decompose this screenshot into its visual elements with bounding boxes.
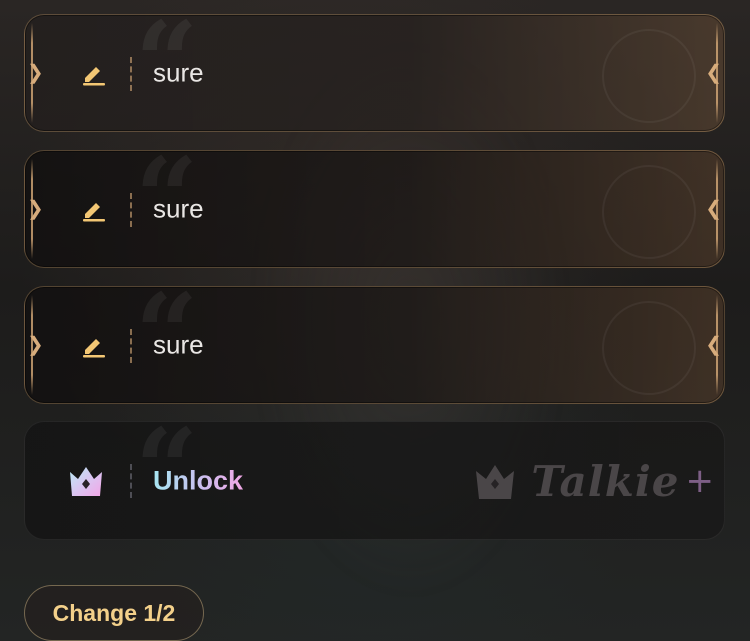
reply-option-3[interactable]: ❯ ❮ “ sure — [24, 286, 725, 404]
reply-option-text: sure — [153, 193, 204, 224]
frame-arrow-right-icon: ❮ — [705, 334, 722, 356]
frame-arrow-left-icon: ❯ — [27, 198, 44, 220]
edit-icon[interactable] — [79, 331, 107, 359]
frame-arrow-left-icon: ❯ — [27, 334, 44, 356]
frame-arrow-right-icon: ❮ — [705, 198, 722, 220]
ornament-icon — [602, 165, 696, 259]
frame-arrow-right-icon: ❮ — [705, 62, 722, 84]
unlock-divider — [130, 464, 132, 498]
unlock-option[interactable]: “ Unlock Talkie + — [24, 421, 725, 540]
frame-arrow-left-icon: ❯ — [27, 62, 44, 84]
ornament-icon — [602, 301, 696, 395]
brand-crown-icon — [476, 465, 515, 499]
brand-name: Talkie — [531, 456, 680, 506]
reply-option-2[interactable]: ❯ ❮ “ sure — [24, 150, 725, 268]
ornament-icon — [602, 29, 696, 123]
talkie-plus-logo: Talkie + — [473, 456, 714, 506]
option-divider — [130, 57, 132, 91]
crown-icon — [70, 467, 102, 496]
option-divider — [130, 193, 132, 227]
reply-option-text: sure — [153, 329, 204, 360]
option-divider — [130, 329, 132, 363]
reply-option-text: sure — [153, 57, 204, 88]
unlock-label: Unlock — [153, 465, 244, 495]
edit-icon[interactable] — [79, 59, 107, 87]
edit-icon[interactable] — [79, 195, 107, 223]
brand-plus: + — [685, 461, 715, 501]
change-button[interactable]: Change 1/2 — [24, 585, 204, 641]
reply-option-1[interactable]: ❯ ❮ “ sure — [24, 14, 725, 132]
